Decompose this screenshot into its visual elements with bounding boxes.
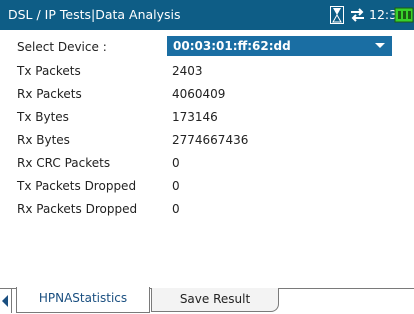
stat-row: Rx Packets Dropped 0: [0, 199, 414, 219]
stat-label: Rx CRC Packets: [17, 156, 111, 170]
stat-label: Tx Bytes: [17, 110, 69, 124]
chevron-down-icon: [375, 43, 385, 48]
stat-value: 4060409: [172, 87, 226, 101]
stat-row: Rx Packets 4060409: [0, 84, 414, 104]
stat-label: Rx Bytes: [17, 133, 70, 147]
statistics-panel: Select Device : 00:03:01:ff:62:dd Tx Pac…: [0, 30, 414, 285]
stat-row: Tx Packets 2403: [0, 61, 414, 81]
stat-row: Rx Bytes 2774667436: [0, 130, 414, 150]
stat-row: Tx Bytes 173146: [0, 107, 414, 127]
stat-value: 0: [172, 156, 180, 170]
tab-save-result[interactable]: Save Result: [151, 288, 279, 312]
stat-value: 2403: [172, 64, 203, 78]
hourglass-icon: [330, 6, 344, 24]
stat-row: Rx CRC Packets 0: [0, 153, 414, 173]
chevron-left-icon: [2, 295, 8, 307]
stat-label: Rx Packets Dropped: [17, 202, 138, 216]
battery-icon: [394, 7, 414, 23]
stat-label: Tx Packets: [17, 64, 81, 78]
tab-hpnastatistics[interactable]: HPNAStatistics: [16, 287, 150, 313]
window-title: DSL / IP Tests|Data Analysis: [8, 7, 181, 22]
title-bar: DSL / IP Tests|Data Analysis 12:32: [0, 0, 414, 30]
stat-value: 173146: [172, 110, 218, 124]
stat-value: 0: [172, 179, 180, 193]
stat-value: 2774667436: [172, 133, 249, 147]
device-dropdown-value: 00:03:01:ff:62:dd: [173, 39, 291, 53]
select-device-label: Select Device :: [17, 40, 107, 54]
tab-scroll-left-button[interactable]: [0, 289, 12, 313]
stat-label: Rx Packets: [17, 87, 82, 101]
stat-label: Tx Packets Dropped: [17, 179, 137, 193]
tab-bar: HPNAStatistics Save Result: [0, 287, 414, 314]
stat-row: Tx Packets Dropped 0: [0, 176, 414, 196]
device-dropdown[interactable]: 00:03:01:ff:62:dd: [167, 36, 392, 56]
stat-value: 0: [172, 202, 180, 216]
network-icon: [351, 8, 364, 22]
